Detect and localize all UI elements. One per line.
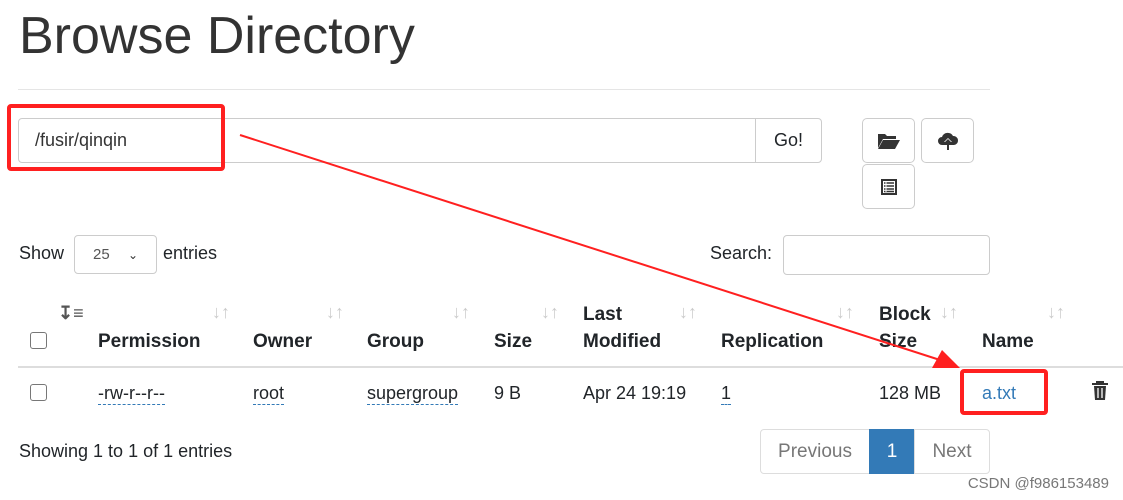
- column-last-modified[interactable]: Last Modified: [583, 301, 661, 355]
- column-name[interactable]: Name: [982, 328, 1034, 355]
- cut-paste-button[interactable]: [862, 164, 915, 209]
- list-icon: [880, 178, 897, 195]
- row-checkbox[interactable]: [30, 384, 47, 401]
- size-cell: 9 B: [494, 383, 522, 403]
- group-cell[interactable]: supergroup: [367, 383, 459, 405]
- sort-icon[interactable]: ↓↑: [541, 302, 559, 323]
- search-label: Search:: [710, 243, 773, 263]
- column-replication[interactable]: Replication: [721, 328, 823, 355]
- previous-button[interactable]: Previous: [760, 429, 870, 474]
- upload-button[interactable]: [921, 118, 974, 163]
- entries-value: 25: [93, 246, 110, 263]
- path-input[interactable]: [18, 118, 756, 163]
- go-button[interactable]: Go!: [755, 118, 822, 163]
- column-last-modified-line2: Modified: [583, 331, 662, 352]
- entries-info: Showing 1 to 1 of 1 entries: [19, 441, 233, 461]
- sort-icon[interactable]: ↓↑: [940, 302, 958, 323]
- entries-label: entries: [163, 243, 218, 263]
- column-group[interactable]: Group: [367, 328, 424, 355]
- show-label: Show: [19, 243, 65, 263]
- next-button[interactable]: Next: [914, 429, 990, 474]
- sort-icon[interactable]: ↓↑: [836, 302, 854, 323]
- sort-active-icon[interactable]: ↧≡: [58, 303, 84, 324]
- column-owner[interactable]: Owner: [253, 328, 312, 355]
- column-block-size-line1: Block: [879, 304, 931, 325]
- column-size[interactable]: Size: [494, 328, 532, 355]
- sort-icon[interactable]: ↓↑: [679, 302, 697, 323]
- create-directory-button[interactable]: [862, 118, 915, 163]
- chevron-down-icon: ⌄: [127, 247, 138, 262]
- last-modified-cell: Apr 24 19:19: [583, 383, 687, 403]
- column-block-size-line2: Size: [879, 331, 918, 352]
- sort-icon[interactable]: ↓↑: [452, 302, 470, 323]
- owner-cell[interactable]: root: [253, 383, 285, 405]
- block-size-cell: 128 MB: [879, 383, 942, 403]
- divider: [18, 89, 990, 90]
- permission-cell[interactable]: -rw-r--r--: [98, 383, 165, 405]
- column-last-modified-line1: Last: [583, 304, 623, 325]
- watermark: CSDN @f986153489: [967, 475, 1109, 492]
- header-divider: [18, 366, 1123, 368]
- page-1-button[interactable]: 1: [869, 429, 915, 474]
- entries-select[interactable]: 25 ⌄: [74, 235, 157, 274]
- file-link[interactable]: a.txt: [982, 383, 1016, 404]
- page-title: Browse Directory: [19, 7, 415, 65]
- select-all-checkbox[interactable]: [30, 332, 47, 349]
- trash-icon[interactable]: [1091, 381, 1109, 401]
- column-permission[interactable]: Permission: [98, 328, 200, 355]
- column-block-size[interactable]: Block Size: [879, 301, 931, 355]
- cloud-upload-icon: [937, 132, 958, 150]
- sort-icon[interactable]: ↓↑: [212, 302, 230, 323]
- folder-open-icon: [877, 133, 900, 149]
- sort-icon[interactable]: ↓↑: [1047, 302, 1065, 323]
- replication-cell[interactable]: 1: [721, 383, 732, 405]
- search-input[interactable]: [783, 235, 990, 275]
- sort-icon[interactable]: ↓↑: [326, 302, 344, 323]
